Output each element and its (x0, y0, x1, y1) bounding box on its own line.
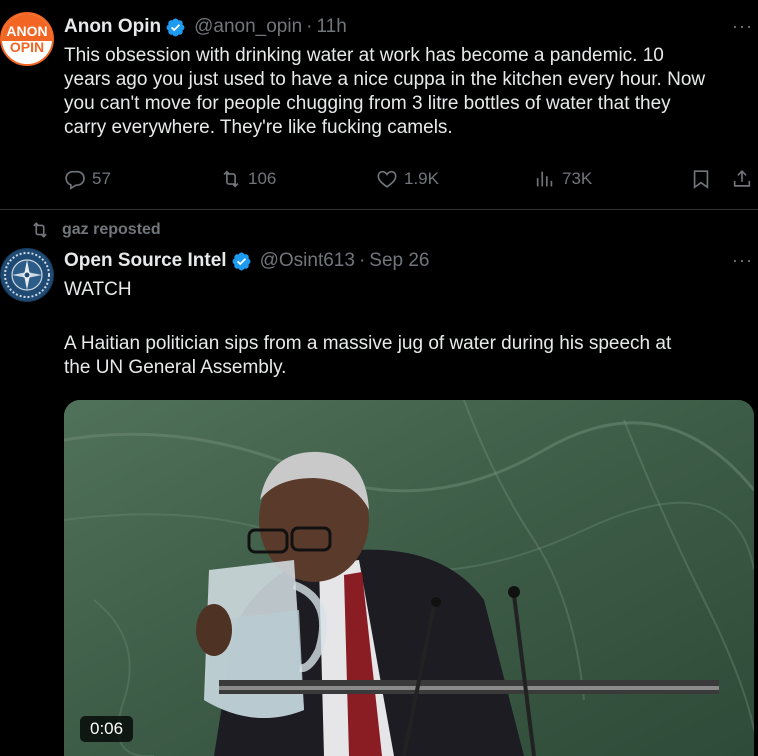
verified-badge-icon[interactable] (165, 17, 186, 38)
more-icon[interactable]: ··· (732, 16, 753, 37)
tweet-anon-opin[interactable]: ANON OPIN Anon Opin @anon_opin · 11h ···… (0, 0, 758, 209)
share-icon (733, 170, 751, 187)
tweet-text-line: This obsession with drinking water at wo… (64, 45, 664, 66)
avatar[interactable]: ANON OPIN (0, 12, 54, 66)
bookmark-icon (693, 170, 709, 189)
bookmark-button[interactable] (690, 168, 712, 195)
video-duration: 0:06 (80, 716, 134, 742)
handle[interactable]: @Osint613 (260, 250, 355, 272)
tweet-text-line: carry everywhere. They're like fucking c… (64, 117, 453, 138)
verified-badge-icon[interactable] (231, 251, 252, 272)
repost-button[interactable]: 106 (220, 168, 276, 190)
display-name[interactable]: Anon Opin (64, 16, 161, 38)
share-button[interactable] (731, 168, 753, 195)
tweet-text-line: years ago you just used to have a nice c… (64, 69, 706, 90)
tweet-text-line: you can't move for people chugging from … (64, 93, 671, 114)
tweet-text-line: the UN General Assembly. (64, 357, 287, 378)
reply-icon (65, 170, 85, 190)
like-icon (377, 170, 397, 188)
reply-count: 57 (92, 169, 111, 188)
views-icon (536, 171, 553, 187)
handle[interactable]: @anon_opin (194, 16, 302, 38)
avatar-text-top: ANON (6, 23, 48, 39)
tweet-text-line: A Haitian politician sips from a massive… (64, 333, 672, 354)
separator-dot: · (306, 16, 313, 37)
display-name[interactable]: Open Source Intel (64, 250, 227, 272)
avatar-text-bottom: OPIN (9, 39, 45, 55)
like-count: 1.9K (404, 169, 439, 188)
more-icon[interactable]: ··· (732, 250, 753, 271)
avatar[interactable] (0, 248, 54, 302)
video-frame (64, 400, 754, 756)
timestamp[interactable]: 11h (316, 16, 346, 38)
views-count: 73K (562, 169, 593, 188)
timestamp[interactable]: Sep 26 (369, 250, 429, 272)
tweet-text: WATCH A Haitian politician sips from a m… (64, 278, 754, 380)
repost-icon (223, 170, 239, 188)
reply-button[interactable]: 57 (64, 168, 111, 190)
tweet-header: Open Source Intel @Osint613 · Sep 26 (64, 250, 430, 272)
video-player[interactable]: 0:06 (64, 400, 754, 756)
tweet-text-line: WATCH (64, 279, 132, 300)
tweet-header: Anon Opin @anon_opin · 11h (64, 16, 347, 38)
separator-dot: · (358, 250, 366, 271)
compass-seal-icon (1, 249, 53, 301)
views-button[interactable]: 73K (534, 168, 592, 190)
like-button[interactable]: 1.9K (376, 168, 439, 190)
repost-count: 106 (248, 169, 277, 188)
tweet-text: This obsession with drinking water at wo… (64, 44, 754, 140)
action-bar: 57 106 1.9K 73K (0, 168, 758, 194)
